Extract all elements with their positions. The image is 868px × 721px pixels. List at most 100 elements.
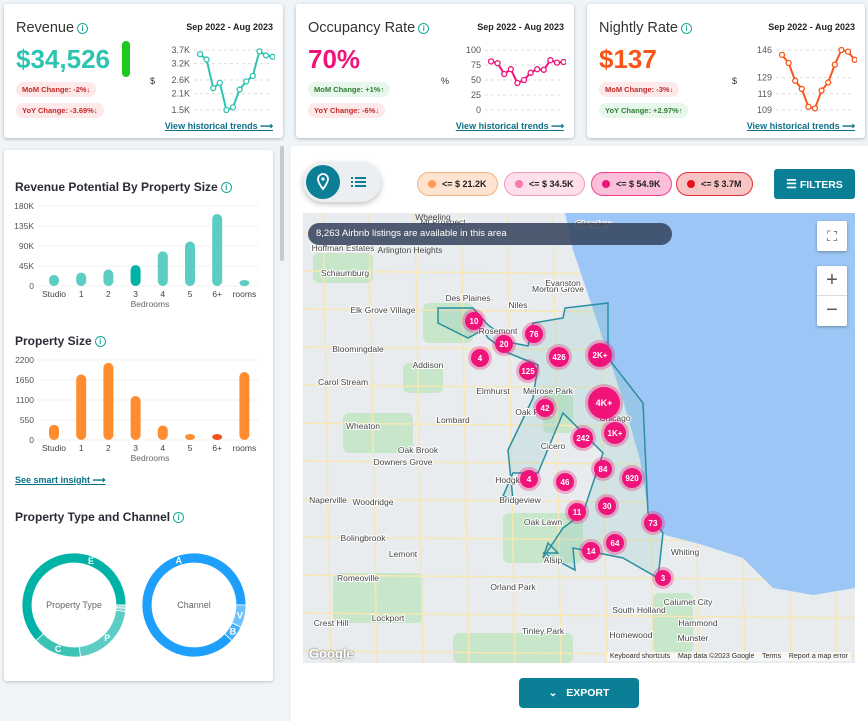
terms-link[interactable]: Terms — [762, 653, 781, 660]
x-tick-label: 4 — [160, 443, 165, 453]
place-label: Melrose Park — [523, 386, 574, 396]
trend-point — [851, 56, 857, 63]
place-label: Wheaton — [346, 421, 380, 431]
place-label: Downers Grove — [373, 457, 432, 467]
y-tick-label: 146 — [757, 45, 772, 55]
trend-point — [269, 53, 275, 60]
trend-point — [838, 46, 845, 54]
cluster-count: 2K+ — [593, 351, 608, 360]
y-tick-label: 3.7K — [171, 45, 190, 55]
info-icon[interactable]: i — [77, 23, 89, 34]
axis-unit: $ — [150, 76, 155, 86]
cluster-count: 920 — [625, 474, 639, 483]
fullscreen-icon: ⛶ — [827, 228, 837, 244]
place-label: Cicero — [541, 441, 566, 451]
trend-point — [494, 60, 501, 67]
view-historical-trends-link[interactable]: View historical trends ⟶ — [165, 121, 273, 132]
map[interactable]: Mt ProspectGlenviewHoffman EstatesSchaum… — [303, 213, 855, 663]
google-logo: Google — [309, 646, 354, 661]
x-tick-label: 2 — [106, 443, 111, 453]
x-tick-label: 1 — [79, 289, 84, 299]
x-tick-label: 5 — [188, 289, 193, 299]
trend-sparkline: $146 129 119 109 — [732, 45, 857, 115]
fullscreen-button[interactable]: ⛶ — [817, 221, 847, 251]
legend-label: <= $ 3.7M — [701, 179, 742, 189]
y-tick-label: 1100 — [16, 395, 35, 405]
view-historical-trends-link[interactable]: View historical trends ⟶ — [456, 121, 564, 132]
date-range: Sep 2022 - Aug 2023 — [186, 22, 273, 32]
trend-point — [805, 103, 812, 110]
x-axis-label: Bedrooms — [131, 453, 170, 463]
y-tick-label: 2200 — [15, 355, 34, 365]
map-footer: Keyboard shortcuts Map data ©2023 Google… — [606, 652, 851, 661]
legend-dot — [428, 180, 436, 188]
info-icon[interactable]: i — [418, 23, 430, 34]
info-icon[interactable]: i — [94, 336, 106, 347]
keyboard-shortcuts-link[interactable]: Keyboard shortcuts — [610, 653, 670, 660]
card-title: Occupancy Rate i — [308, 20, 430, 36]
view-historical-trends-link[interactable]: View historical trends ⟶ — [747, 121, 855, 132]
smart-insight-link[interactable]: See smart insight ⟶ — [15, 475, 105, 486]
bar-5 — [185, 434, 195, 440]
x-tick-label: 6+ — [212, 443, 222, 453]
trend-point — [831, 61, 838, 68]
legend-chip[interactable]: <= $ 54.9K — [591, 172, 672, 196]
report-error-link[interactable]: Report a map error — [789, 653, 848, 660]
place-label: Niles — [509, 300, 528, 310]
bar-rooms — [239, 372, 250, 440]
place-label: Calumet City — [664, 597, 713, 607]
info-icon[interactable]: i — [173, 512, 185, 523]
y-tick-label: 100 — [466, 45, 481, 55]
legend-chip[interactable]: <= $ 3.7M — [676, 172, 753, 196]
trend-sparkline: % 100 75 50 25 0 — [441, 45, 566, 115]
card-title: Revenue i — [16, 20, 89, 36]
zoom-out-button[interactable]: − — [817, 295, 847, 325]
trend-point — [229, 104, 237, 111]
donut-center-label: Channel — [177, 600, 211, 610]
info-icon[interactable]: i — [680, 23, 692, 34]
place-label: Elmhurst — [476, 386, 510, 396]
trend-sparkline: $3.7K 3.2K 2.6K 2.1K 1.5K — [150, 45, 275, 115]
place-label: Elk Grove Village — [350, 305, 415, 315]
export-button[interactable]: ⌄ EXPORT — [519, 678, 639, 708]
place-label: Whiting — [671, 547, 700, 557]
bar-3 — [130, 265, 141, 286]
y-tick-label: 0 — [476, 105, 481, 115]
yoy-change-badge: YoY Change: -3.69%↓ — [16, 103, 104, 118]
filters-button[interactable]: ☰ FILTERS — [774, 169, 855, 199]
cluster-count: 30 — [603, 502, 612, 511]
y-tick-label: 119 — [758, 89, 772, 99]
map-view-button[interactable] — [306, 165, 340, 199]
list-view-icon[interactable] — [351, 175, 367, 189]
mom-change-badge: MoM Change: -2%↓ — [16, 82, 97, 97]
property-size-chart: 2200 1650 1100 550 0 Studio 1 2 3 4 5 6+ rooms Bedroo… — [15, 355, 259, 463]
cluster-count: 84 — [599, 465, 608, 474]
legend-label: <= $ 21.2K — [442, 179, 487, 189]
scrollbar[interactable] — [280, 146, 284, 261]
y-tick-label: 135K — [14, 221, 34, 231]
legend-chip[interactable]: <= $ 21.2K — [417, 172, 498, 196]
x-tick-label: 5 — [188, 443, 193, 453]
info-icon[interactable]: i — [220, 182, 232, 193]
place-label: Orland Park — [490, 582, 536, 592]
bar-6+ — [212, 434, 223, 440]
x-tick-label: Studio — [42, 443, 66, 453]
cluster-count: 73 — [649, 519, 658, 528]
y-tick-label: 2.1K — [171, 89, 190, 99]
trend-point — [798, 85, 805, 93]
y-tick-label: 50 — [471, 75, 481, 85]
view-toggle[interactable] — [303, 162, 381, 202]
x-tick-label: 2 — [106, 289, 111, 299]
legend-chip[interactable]: <= $ 34.5K — [504, 172, 585, 196]
trend-line — [199, 49, 273, 112]
cluster-count: 14 — [587, 547, 596, 556]
place-label: Homewood — [610, 630, 653, 640]
trend-point — [560, 58, 566, 66]
trend-point — [825, 79, 832, 86]
property-size-title: Property Size i — [15, 334, 106, 348]
y-tick-label: 3.2K — [171, 59, 190, 69]
yoy-change-badge: YoY Change: +2.97%↑ — [599, 103, 689, 118]
mom-change-badge: MoM Change: +1%↑ — [308, 82, 391, 97]
trend-point — [844, 48, 852, 55]
zoom-in-button[interactable]: + — [817, 266, 847, 295]
